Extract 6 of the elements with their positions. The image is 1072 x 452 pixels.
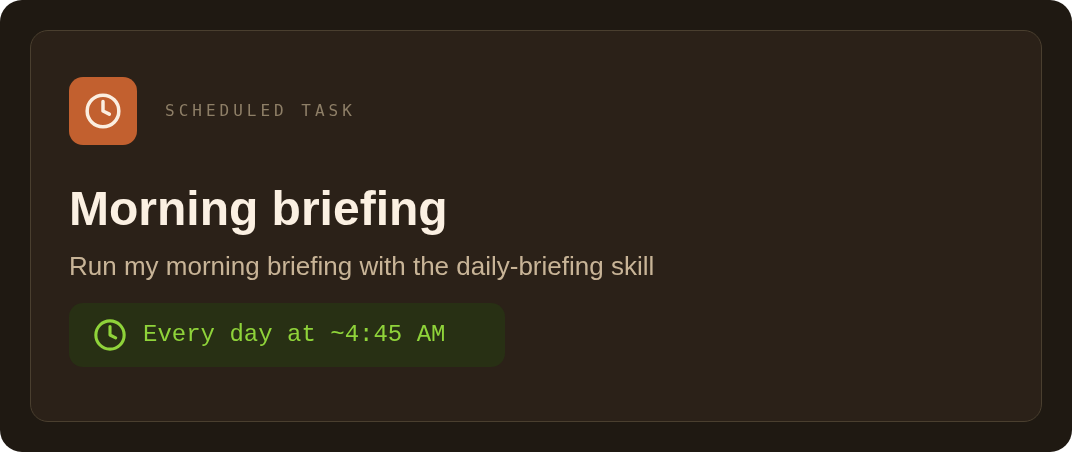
task-title: Morning briefing: [69, 181, 449, 237]
task-description: Run my morning briefing with the daily-briefing skill: [69, 250, 656, 283]
clock-icon: [93, 318, 127, 352]
clock-icon: [84, 92, 122, 130]
task-kind-label: SCHEDULED TASK: [165, 100, 356, 122]
schedule-text: Every day at ~4:45 AM: [143, 320, 446, 350]
